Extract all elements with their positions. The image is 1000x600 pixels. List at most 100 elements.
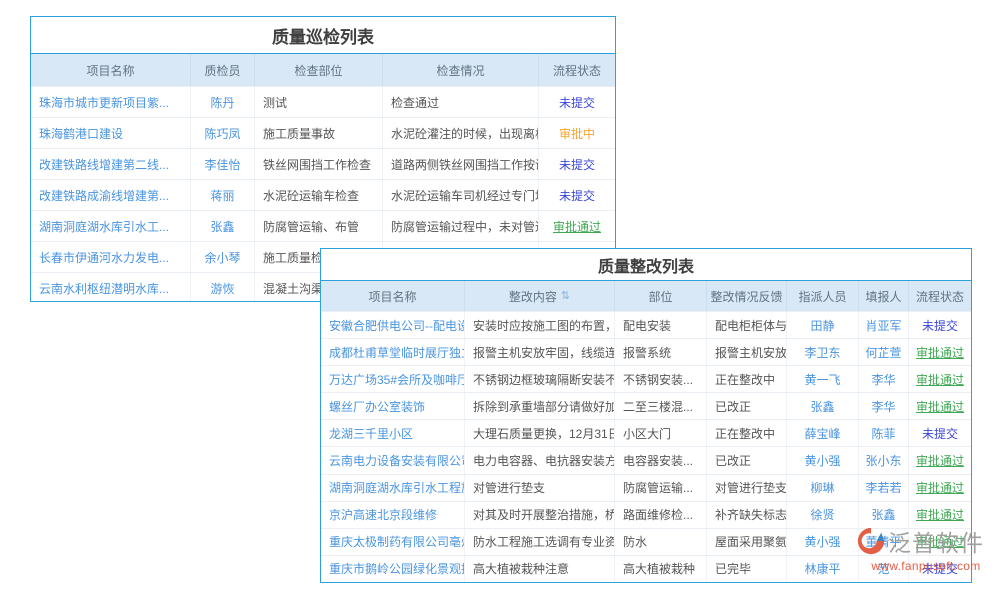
column-header: 项目名称 bbox=[31, 54, 191, 86]
column-header-label: 指派人员 bbox=[798, 288, 846, 305]
cell-part: 不锈钢安装... bbox=[615, 366, 707, 392]
table-row: 珠海鹤港口建设陈巧凤施工质量事故水泥砼灌注的时候，出现离析现象审批中 bbox=[31, 117, 615, 148]
table-row: 安徽合肥供电公司--配电设备...安装时应按施工图的布置，将...配电安装配电柜… bbox=[321, 311, 971, 338]
column-header-label: 整改情况反馈 bbox=[710, 288, 782, 305]
cell-inspector[interactable]: 余小琴 bbox=[191, 242, 255, 272]
cell-inspector[interactable]: 李佳怡 bbox=[191, 149, 255, 179]
cell-project[interactable]: 改建铁路成渝线增建第... bbox=[31, 180, 191, 210]
cell-reporter[interactable]: 陈菲 bbox=[859, 420, 909, 446]
cell-project[interactable]: 珠海鹤港口建设 bbox=[31, 118, 191, 148]
cell-situation: 水泥砼运输车司机经过专门培训... bbox=[383, 180, 539, 210]
column-header[interactable]: 整改内容 ⇅ bbox=[465, 281, 615, 311]
fanpu-watermark: 泛普软件 www.fanpusoft.com bbox=[856, 524, 996, 573]
cell-part: 防水 bbox=[615, 529, 707, 555]
cell-status[interactable]: 审批通过 bbox=[909, 393, 971, 419]
column-header: 项目名称 bbox=[321, 281, 465, 311]
column-header: 指派人员 bbox=[787, 281, 859, 311]
cell-assignee[interactable]: 黄小强 bbox=[787, 529, 859, 555]
cell-feedback: 屋面采用聚氨... bbox=[707, 529, 787, 555]
cell-inspector[interactable]: 陈丹 bbox=[191, 87, 255, 117]
cell-feedback: 配电柜柜体与... bbox=[707, 312, 787, 338]
cell-feedback: 正在整改中 bbox=[707, 366, 787, 392]
table-title: 质量整改列表 bbox=[321, 249, 971, 281]
cell-content: 高大植被栽种注意 bbox=[465, 556, 615, 582]
cell-assignee[interactable]: 柳琳 bbox=[787, 475, 859, 501]
cell-content: 安装时应按施工图的布置，将... bbox=[465, 312, 615, 338]
cell-reporter[interactable]: 张小东 bbox=[859, 447, 909, 473]
cell-content: 拆除到承重墙部分请做好加固... bbox=[465, 393, 615, 419]
cell-project[interactable]: 云南水利枢纽潜明水库... bbox=[31, 273, 191, 302]
cell-assignee[interactable]: 张鑫 bbox=[787, 393, 859, 419]
cell-part: 高大植被栽种 bbox=[615, 556, 707, 582]
cell-part: 路面维修检... bbox=[615, 502, 707, 528]
cell-project[interactable]: 成都杜甫草堂临时展厅独立展... bbox=[321, 339, 465, 365]
cell-inspector[interactable]: 游恢 bbox=[191, 273, 255, 302]
cell-assignee[interactable]: 薛宝峰 bbox=[787, 420, 859, 446]
table-row: 改建铁路线增建第二线...李佳怡铁丝网围挡工作检查道路两侧铁丝网围挡工作按设计.… bbox=[31, 148, 615, 179]
cell-inspector[interactable]: 陈巧凤 bbox=[191, 118, 255, 148]
cell-inspector[interactable]: 蒋丽 bbox=[191, 180, 255, 210]
cell-project[interactable]: 珠海市城市更新项目紫... bbox=[31, 87, 191, 117]
cell-project[interactable]: 重庆市鹅岭公园绿化景观提升... bbox=[321, 556, 465, 582]
cell-situation: 检查通过 bbox=[383, 87, 539, 117]
cell-part: 二至三楼混... bbox=[615, 393, 707, 419]
column-header-label: 整改内容 bbox=[509, 288, 557, 305]
cell-status[interactable]: 审批通过 bbox=[909, 339, 971, 365]
cell-assignee[interactable]: 林康平 bbox=[787, 556, 859, 582]
column-header-label: 质检员 bbox=[204, 62, 240, 79]
cell-status[interactable]: 审批通过 bbox=[539, 211, 615, 241]
cell-status[interactable]: 审批通过 bbox=[909, 475, 971, 501]
cell-situation: 道路两侧铁丝网围挡工作按设计... bbox=[383, 149, 539, 179]
cell-project[interactable]: 长春市伊通河水力发电... bbox=[31, 242, 191, 272]
cell-status[interactable]: 审批通过 bbox=[909, 366, 971, 392]
cell-situation: 水泥砼灌注的时候，出现离析现象 bbox=[383, 118, 539, 148]
column-header: 质检员 bbox=[191, 54, 255, 86]
cell-project[interactable]: 云南电力设备安装有限公司20... bbox=[321, 447, 465, 473]
column-header-label: 填报人 bbox=[865, 288, 901, 305]
watermark-brand-text: 泛普软件 bbox=[888, 524, 984, 558]
cell-inspector[interactable]: 张鑫 bbox=[191, 211, 255, 241]
table-row: 龙湖三千里小区大理石质量更换，12月31日之...小区大门正在整改中薛宝峰陈菲未… bbox=[321, 419, 971, 446]
fanpu-logo-icon bbox=[856, 526, 886, 556]
cell-project[interactable]: 湖南洞庭湖水库引水工... bbox=[31, 211, 191, 241]
cell-assignee[interactable]: 黄小强 bbox=[787, 447, 859, 473]
cell-status[interactable]: 未提交 bbox=[909, 420, 971, 446]
column-header: 部位 bbox=[615, 281, 707, 311]
cell-reporter[interactable]: 李华 bbox=[859, 393, 909, 419]
cell-status[interactable]: 未提交 bbox=[539, 149, 615, 179]
sort-icon[interactable]: ⇅ bbox=[561, 291, 570, 302]
cell-feedback: 对管进行垫支 bbox=[707, 475, 787, 501]
cell-assignee[interactable]: 黄一飞 bbox=[787, 366, 859, 392]
column-header: 检查部位 bbox=[255, 54, 383, 86]
column-header: 检查情况 bbox=[383, 54, 539, 86]
cell-project[interactable]: 螺丝厂办公室装饰 bbox=[321, 393, 465, 419]
cell-reporter[interactable]: 李华 bbox=[859, 366, 909, 392]
cell-project[interactable]: 湖南洞庭湖水库引水工程施工标 bbox=[321, 475, 465, 501]
cell-status[interactable]: 未提交 bbox=[539, 180, 615, 210]
cell-reporter[interactable]: 何芷萱 bbox=[859, 339, 909, 365]
cell-content: 不锈钢边框玻璃隔断安装不牢... bbox=[465, 366, 615, 392]
cell-content: 对其及时开展整治措施，桥头... bbox=[465, 502, 615, 528]
column-header-label: 流程状态 bbox=[916, 288, 964, 305]
cell-project[interactable]: 改建铁路线增建第二线... bbox=[31, 149, 191, 179]
cell-project[interactable]: 万达广场35#会所及咖啡厅空... bbox=[321, 366, 465, 392]
cell-reporter[interactable]: 李若若 bbox=[859, 475, 909, 501]
cell-status[interactable]: 未提交 bbox=[909, 312, 971, 338]
cell-reporter[interactable]: 肖亚军 bbox=[859, 312, 909, 338]
cell-content: 防水工程施工选调有专业资质... bbox=[465, 529, 615, 555]
cell-project[interactable]: 京沪高速北京段维修 bbox=[321, 502, 465, 528]
cell-status[interactable]: 审批中 bbox=[539, 118, 615, 148]
cell-project[interactable]: 重庆太极制药有限公司亳州中... bbox=[321, 529, 465, 555]
column-header: 填报人 bbox=[859, 281, 909, 311]
cell-status[interactable]: 未提交 bbox=[539, 87, 615, 117]
cell-assignee[interactable]: 田静 bbox=[787, 312, 859, 338]
cell-assignee[interactable]: 李卫东 bbox=[787, 339, 859, 365]
cell-status[interactable]: 审批通过 bbox=[909, 447, 971, 473]
cell-project[interactable]: 龙湖三千里小区 bbox=[321, 420, 465, 446]
table-header-row: 项目名称质检员检查部位检查情况流程状态 bbox=[31, 54, 615, 86]
cell-content: 对管进行垫支 bbox=[465, 475, 615, 501]
cell-assignee[interactable]: 徐贤 bbox=[787, 502, 859, 528]
table-row: 成都杜甫草堂临时展厅独立展...报警主机安放牢固，线缆连接...报警系统报警主机… bbox=[321, 338, 971, 365]
table-title: 质量巡检列表 bbox=[31, 17, 615, 54]
cell-project[interactable]: 安徽合肥供电公司--配电设备... bbox=[321, 312, 465, 338]
